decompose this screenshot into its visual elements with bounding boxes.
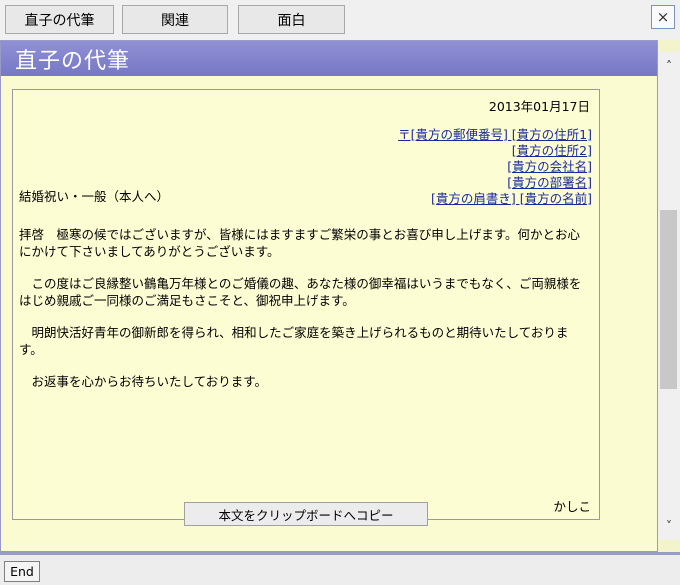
paragraph: お返事を心からお待ちいたしております。 <box>19 374 268 389</box>
department-link[interactable]: [貴方の部署名] <box>507 175 592 190</box>
letter-subject: 結婚祝い・一般（本人へ） <box>19 189 170 204</box>
chevron-down-icon[interactable]: ˅ <box>658 515 680 537</box>
close-icon: × <box>656 8 670 26</box>
letter-date: 2013年01月17日 <box>488 99 590 114</box>
close-button[interactable]: × <box>651 5 675 29</box>
scrollbar-thumb[interactable] <box>660 210 677 389</box>
copy-to-clipboard-button[interactable]: 本文をクリップボードへコピー <box>184 502 428 526</box>
chevron-up-icon[interactable]: ˄ <box>658 55 680 77</box>
address2-link[interactable]: [貴方の住所2] <box>512 143 592 158</box>
end-button[interactable]: End <box>4 561 40 582</box>
paragraph: 拝啓 極寒の候ではございますが、皆様にはますますご繁栄の事とお喜び申し上げます。… <box>19 227 581 259</box>
letter-content: 2013年01月17日 〒[貴方の郵便番号] [貴方の住所1] [貴方の住所2]… <box>12 89 600 520</box>
tab-kanren[interactable]: 関連 <box>122 5 228 34</box>
title-name-link[interactable]: [貴方の肩書き] [貴方の名前] <box>431 191 592 206</box>
footer-bar: End <box>0 552 680 585</box>
company-link[interactable]: [貴方の会社名] <box>507 159 592 174</box>
vertical-scrollbar[interactable]: ˄ ˅ <box>658 52 680 540</box>
tab-naoko-daihitsu[interactable]: 直子の代筆 <box>5 5 114 34</box>
letter-closing: かしこ <box>553 499 591 514</box>
letter-body: 拝啓 極寒の候ではございますが、皆様にはますますご繁栄の事とお喜び申し上げます。… <box>19 208 591 391</box>
window-title: 直子の代筆 <box>1 41 657 76</box>
top-toolbar: 直子の代筆 関連 面白 × <box>0 0 680 40</box>
tab-omoshiro[interactable]: 面白 <box>238 5 345 34</box>
address-link[interactable]: 〒[貴方の郵便番号] [貴方の住所1] <box>398 127 592 142</box>
sender-info: 〒[貴方の郵便番号] [貴方の住所1] [貴方の住所2] [貴方の会社名] [貴… <box>398 127 592 207</box>
letter-window: 直子の代筆 2013年01月17日 〒[貴方の郵便番号] [貴方の住所1] [貴… <box>0 40 658 552</box>
paragraph: 明朗快活好青年の御新郎を得られ、相和したご家庭を築き上げられるものと期待いたして… <box>19 325 569 357</box>
paragraph: この度はご良縁整い鶴亀万年様とのご婚儀の趣、あなた様の御幸福はいうまでもなく、ご… <box>19 276 582 308</box>
